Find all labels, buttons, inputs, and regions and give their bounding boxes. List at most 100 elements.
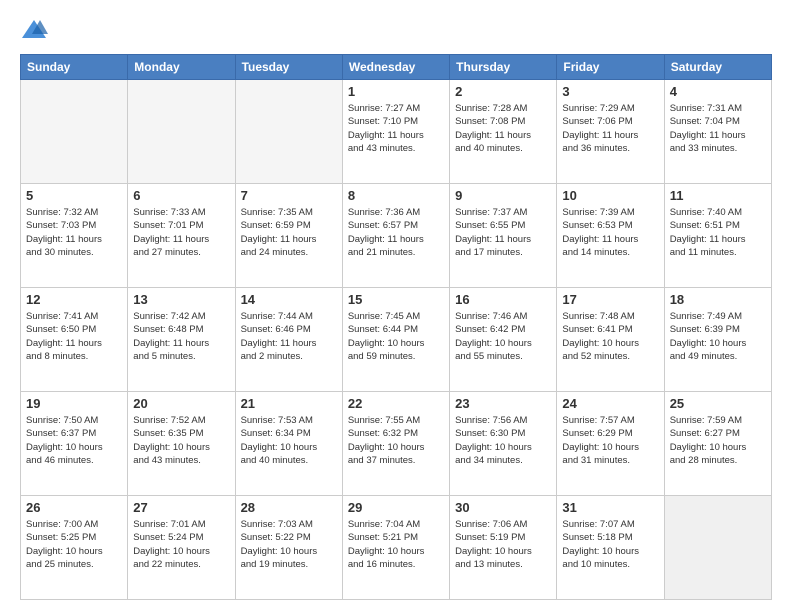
calendar-cell [21, 80, 128, 184]
calendar-cell: 9Sunrise: 7:37 AMSunset: 6:55 PMDaylight… [450, 184, 557, 288]
cell-text: Sunrise: 7:07 AMSunset: 5:18 PMDaylight:… [562, 518, 658, 571]
calendar-cell: 17 Sunrise: 7:48 AMSunset: 6:41 PMDayligh… [557, 288, 664, 392]
day-number: 2 [455, 84, 551, 99]
day-number: 9 [455, 188, 551, 203]
cell-text: Sunrise: 7:28 AMSunset: 7:08 PMDaylight:… [455, 102, 551, 155]
calendar-cell [235, 80, 342, 184]
day-number: 22 [348, 396, 444, 411]
cell-text: Sunrise: 7:32 AMSunset: 7:03 PMDaylight:… [26, 206, 122, 259]
calendar-cell: 12Sunrise: 7:41 AMSunset: 6:50 PMDayligh… [21, 288, 128, 392]
cell-text: Sunrise: 7:52 AMSunset: 6:35 PMDaylight:… [133, 414, 229, 467]
day-number: 5 [26, 188, 122, 203]
weekday-header: Thursday [450, 55, 557, 80]
weekday-header: Tuesday [235, 55, 342, 80]
calendar-cell: 30 Sunrise: 7:06 AMSunset: 5:19 PMDayligh… [450, 496, 557, 600]
day-number: 26 [26, 500, 122, 515]
cell-text: Sunrise: 7:03 AMSunset: 5:22 PMDaylight:… [241, 518, 337, 571]
calendar-cell: 24 Sunrise: 7:57 AMSunset: 6:29 PMDayligh… [557, 392, 664, 496]
calendar-cell: 4Sunrise: 7:31 AMSunset: 7:04 PMDaylight… [664, 80, 771, 184]
weekday-header: Monday [128, 55, 235, 80]
calendar-cell: 27 Sunrise: 7:01 AMSunset: 5:24 PMDayligh… [128, 496, 235, 600]
weekday-header: Sunday [21, 55, 128, 80]
day-number: 17 [562, 292, 658, 307]
cell-text: Sunrise: 7:49 AMSunset: 6:39 PMDaylight:… [670, 310, 766, 363]
calendar-row: 19 Sunrise: 7:50 AMSunset: 6:37 PMDayligh… [21, 392, 772, 496]
day-number: 15 [348, 292, 444, 307]
calendar-cell [128, 80, 235, 184]
calendar-cell: 2 Sunrise: 7:28 AMSunset: 7:08 PMDaylight… [450, 80, 557, 184]
weekday-header: Saturday [664, 55, 771, 80]
header [20, 16, 772, 44]
calendar-cell: 28Sunrise: 7:03 AMSunset: 5:22 PMDayligh… [235, 496, 342, 600]
cell-text: Sunrise: 7:31 AMSunset: 7:04 PMDaylight:… [670, 102, 766, 155]
cell-text: Sunrise: 7:01 AMSunset: 5:24 PMDaylight:… [133, 518, 229, 571]
calendar-cell: 31Sunrise: 7:07 AMSunset: 5:18 PMDayligh… [557, 496, 664, 600]
calendar-cell: 1Sunrise: 7:27 AMSunset: 7:10 PMDaylight… [342, 80, 449, 184]
calendar-header: SundayMondayTuesdayWednesdayThursdayFrid… [21, 55, 772, 80]
calendar-cell: 23Sunrise: 7:56 AMSunset: 6:30 PMDayligh… [450, 392, 557, 496]
cell-text: Sunrise: 7:27 AMSunset: 7:10 PMDaylight:… [348, 102, 444, 155]
calendar-cell: 8 Sunrise: 7:36 AMSunset: 6:57 PMDaylight… [342, 184, 449, 288]
calendar-cell: 22Sunrise: 7:55 AMSunset: 6:32 PMDayligh… [342, 392, 449, 496]
cell-text: Sunrise: 7:36 AMSunset: 6:57 PMDaylight:… [348, 206, 444, 259]
day-number: 19 [26, 396, 122, 411]
day-number: 20 [133, 396, 229, 411]
calendar-cell: 18 Sunrise: 7:49 AMSunset: 6:39 PMDayligh… [664, 288, 771, 392]
weekday-header: Wednesday [342, 55, 449, 80]
page: SundayMondayTuesdayWednesdayThursdayFrid… [0, 0, 792, 612]
cell-text: Sunrise: 7:40 AMSunset: 6:51 PMDaylight:… [670, 206, 766, 259]
calendar-cell: 16 Sunrise: 7:46 AMSunset: 6:42 PMDayligh… [450, 288, 557, 392]
cell-text: Sunrise: 7:57 AMSunset: 6:29 PMDaylight:… [562, 414, 658, 467]
cell-text: Sunrise: 7:35 AMSunset: 6:59 PMDaylight:… [241, 206, 337, 259]
cell-text: Sunrise: 7:41 AMSunset: 6:50 PMDaylight:… [26, 310, 122, 363]
weekday-row: SundayMondayTuesdayWednesdayThursdayFrid… [21, 55, 772, 80]
cell-text: Sunrise: 7:44 AMSunset: 6:46 PMDaylight:… [241, 310, 337, 363]
logo [20, 16, 52, 44]
day-number: 3 [562, 84, 658, 99]
day-number: 25 [670, 396, 766, 411]
day-number: 11 [670, 188, 766, 203]
logo-icon [20, 16, 48, 44]
cell-text: Sunrise: 7:42 AMSunset: 6:48 PMDaylight:… [133, 310, 229, 363]
calendar: SundayMondayTuesdayWednesdayThursdayFrid… [20, 54, 772, 600]
day-number: 30 [455, 500, 551, 515]
day-number: 18 [670, 292, 766, 307]
cell-text: Sunrise: 7:06 AMSunset: 5:19 PMDaylight:… [455, 518, 551, 571]
cell-text: Sunrise: 7:48 AMSunset: 6:41 PMDaylight:… [562, 310, 658, 363]
day-number: 6 [133, 188, 229, 203]
cell-text: Sunrise: 7:46 AMSunset: 6:42 PMDaylight:… [455, 310, 551, 363]
calendar-cell: 19 Sunrise: 7:50 AMSunset: 6:37 PMDayligh… [21, 392, 128, 496]
cell-text: Sunrise: 7:53 AMSunset: 6:34 PMDaylight:… [241, 414, 337, 467]
calendar-cell: 14 Sunrise: 7:44 AMSunset: 6:46 PMDayligh… [235, 288, 342, 392]
calendar-cell: 15 Sunrise: 7:45 AMSunset: 6:44 PMDayligh… [342, 288, 449, 392]
calendar-body: 1Sunrise: 7:27 AMSunset: 7:10 PMDaylight… [21, 80, 772, 600]
calendar-row: 26 Sunrise: 7:00 AMSunset: 5:25 PMDayligh… [21, 496, 772, 600]
calendar-cell: 21 Sunrise: 7:53 AMSunset: 6:34 PMDayligh… [235, 392, 342, 496]
day-number: 29 [348, 500, 444, 515]
cell-text: Sunrise: 7:00 AMSunset: 5:25 PMDaylight:… [26, 518, 122, 571]
cell-text: Sunrise: 7:29 AMSunset: 7:06 PMDaylight:… [562, 102, 658, 155]
day-number: 21 [241, 396, 337, 411]
calendar-cell: 29 Sunrise: 7:04 AMSunset: 5:21 PMDayligh… [342, 496, 449, 600]
day-number: 16 [455, 292, 551, 307]
day-number: 24 [562, 396, 658, 411]
cell-text: Sunrise: 7:45 AMSunset: 6:44 PMDaylight:… [348, 310, 444, 363]
day-number: 23 [455, 396, 551, 411]
cell-text: Sunrise: 7:50 AMSunset: 6:37 PMDaylight:… [26, 414, 122, 467]
calendar-row: 12Sunrise: 7:41 AMSunset: 6:50 PMDayligh… [21, 288, 772, 392]
day-number: 8 [348, 188, 444, 203]
cell-text: Sunrise: 7:39 AMSunset: 6:53 PMDaylight:… [562, 206, 658, 259]
day-number: 27 [133, 500, 229, 515]
day-number: 7 [241, 188, 337, 203]
calendar-cell: 13 Sunrise: 7:42 AMSunset: 6:48 PMDayligh… [128, 288, 235, 392]
cell-text: Sunrise: 7:04 AMSunset: 5:21 PMDaylight:… [348, 518, 444, 571]
calendar-cell: 26 Sunrise: 7:00 AMSunset: 5:25 PMDayligh… [21, 496, 128, 600]
calendar-cell [664, 496, 771, 600]
day-number: 14 [241, 292, 337, 307]
cell-text: Sunrise: 7:33 AMSunset: 7:01 PMDaylight:… [133, 206, 229, 259]
calendar-row: 1Sunrise: 7:27 AMSunset: 7:10 PMDaylight… [21, 80, 772, 184]
calendar-row: 5 Sunrise: 7:32 AMSunset: 7:03 PMDaylight… [21, 184, 772, 288]
calendar-cell: 6 Sunrise: 7:33 AMSunset: 7:01 PMDaylight… [128, 184, 235, 288]
calendar-cell: 7 Sunrise: 7:35 AMSunset: 6:59 PMDaylight… [235, 184, 342, 288]
day-number: 13 [133, 292, 229, 307]
